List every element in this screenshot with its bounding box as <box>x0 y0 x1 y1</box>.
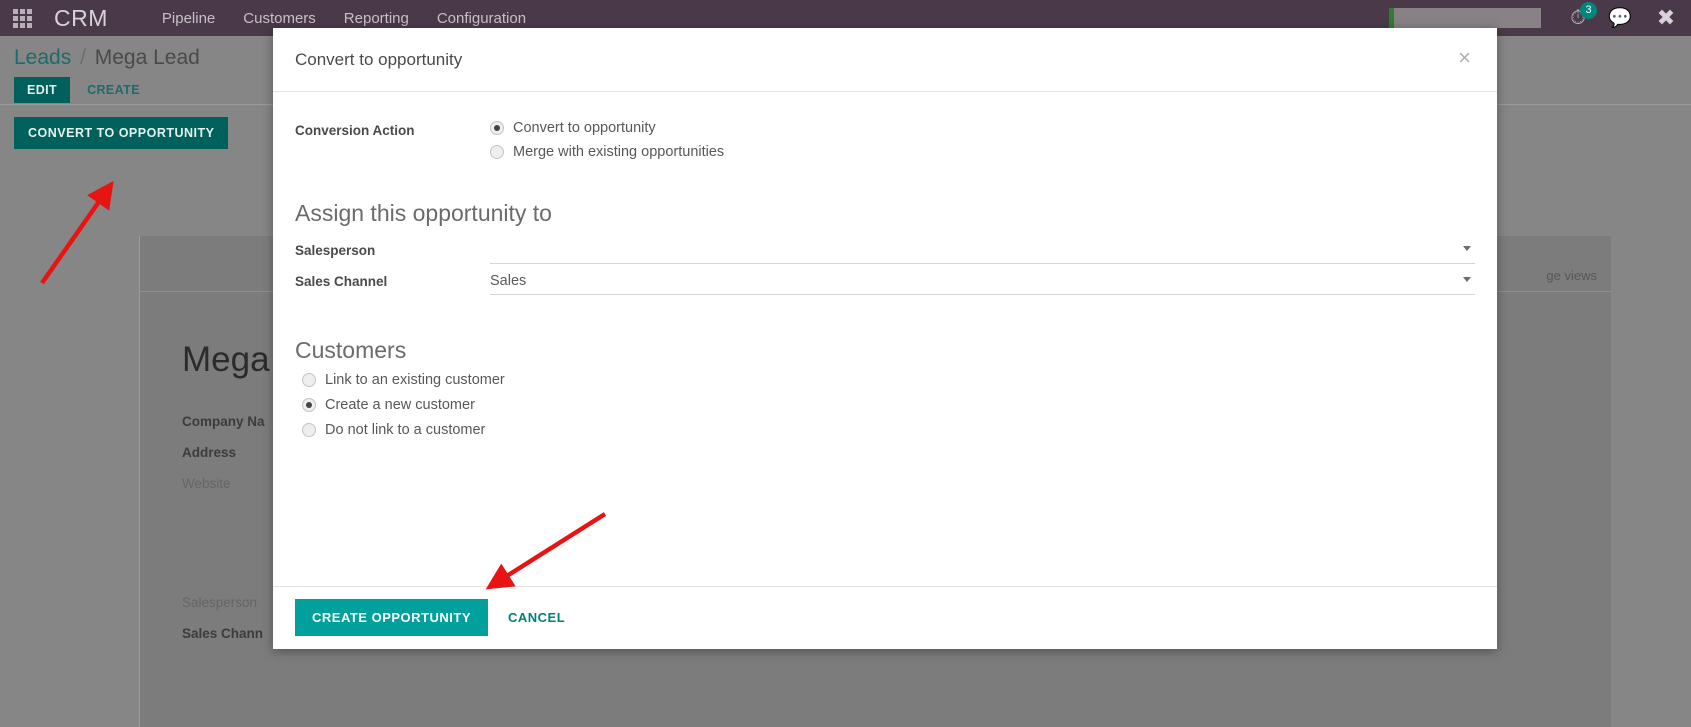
chevron-down-icon[interactable] <box>1463 246 1471 251</box>
conversion-action-radio-group: Convert to opportunity Merge with existi… <box>490 120 724 160</box>
cancel-button[interactable]: CANCEL <box>494 599 579 636</box>
chevron-down-icon[interactable] <box>1463 277 1471 282</box>
activity-counter-badge: 3 <box>1580 2 1597 19</box>
customers-section-heading: Customers <box>295 337 407 363</box>
radio-merge-with-existing-label: Merge with existing opportunities <box>513 144 725 160</box>
customers-radio-group: Link to an existing customer Create a ne… <box>302 372 1475 438</box>
dialog-header: Convert to opportunity × <box>273 28 1497 92</box>
radio-selected-icon <box>490 121 504 135</box>
breadcrumb-root[interactable]: Leads <box>14 46 71 69</box>
salesperson-input[interactable] <box>490 237 1475 264</box>
radio-unselected-icon <box>302 423 316 437</box>
breadcrumb-separator: / <box>80 46 86 69</box>
conversion-action-row: Conversion Action Convert to opportunity… <box>295 120 1475 160</box>
radio-create-new-customer[interactable]: Create a new customer <box>302 397 1475 413</box>
radio-unselected-icon <box>490 145 504 159</box>
create-opportunity-button[interactable]: CREATE OPPORTUNITY <box>295 599 488 636</box>
assign-section-heading: Assign this opportunity to <box>295 200 552 226</box>
radio-create-new-customer-label: Create a new customer <box>325 397 475 413</box>
radio-do-not-link-customer[interactable]: Do not link to a customer <box>302 422 1475 438</box>
dialog-body: Conversion Action Convert to opportunity… <box>273 92 1497 586</box>
dialog-footer: CREATE OPPORTUNITY CANCEL <box>273 586 1497 648</box>
radio-selected-icon <box>302 398 316 412</box>
edit-button[interactable]: EDIT <box>14 77 71 103</box>
sales-channel-row: Sales Channel Sales <box>295 266 1475 297</box>
radio-link-existing-customer-label: Link to an existing customer <box>325 372 505 388</box>
breadcrumb-current: Mega Lead <box>94 46 200 69</box>
radio-merge-with-existing[interactable]: Merge with existing opportunities <box>490 144 724 160</box>
convert-to-opportunity-button[interactable]: CONVERT TO OPPORTUNITY <box>14 117 229 149</box>
salesperson-row: Salesperson <box>295 235 1475 266</box>
dialog-title: Convert to opportunity <box>295 49 463 69</box>
close-icon[interactable]: × <box>1452 46 1477 70</box>
conversion-action-label: Conversion Action <box>295 123 415 138</box>
tools-icon[interactable]: ✖ <box>1641 5 1691 31</box>
salesperson-label: Salesperson <box>295 243 376 258</box>
apps-grid-icon[interactable] <box>4 0 40 36</box>
radio-do-not-link-customer-label: Do not link to a customer <box>325 422 486 438</box>
sales-channel-value: Sales <box>490 273 527 289</box>
activity-menu[interactable]: ⏱ 3 <box>1557 0 1599 36</box>
radio-convert-to-opportunity-label: Convert to opportunity <box>513 120 656 136</box>
sales-channel-label: Sales Channel <box>295 274 388 289</box>
create-button[interactable]: CREATE <box>74 77 153 103</box>
view-switcher-label[interactable]: ge views <box>1546 268 1597 283</box>
menu-item-pipeline[interactable]: Pipeline <box>148 2 229 35</box>
user-menu-placeholder[interactable] <box>1389 8 1541 28</box>
radio-convert-to-opportunity[interactable]: Convert to opportunity <box>490 120 724 136</box>
chat-bubble-icon[interactable]: 💬 <box>1599 6 1641 30</box>
sales-channel-input[interactable]: Sales <box>490 268 1475 295</box>
radio-unselected-icon <box>302 373 316 387</box>
convert-to-opportunity-dialog: Convert to opportunity × Conversion Acti… <box>273 28 1497 649</box>
app-brand-title: CRM <box>54 4 108 31</box>
radio-link-existing-customer[interactable]: Link to an existing customer <box>302 372 1475 388</box>
